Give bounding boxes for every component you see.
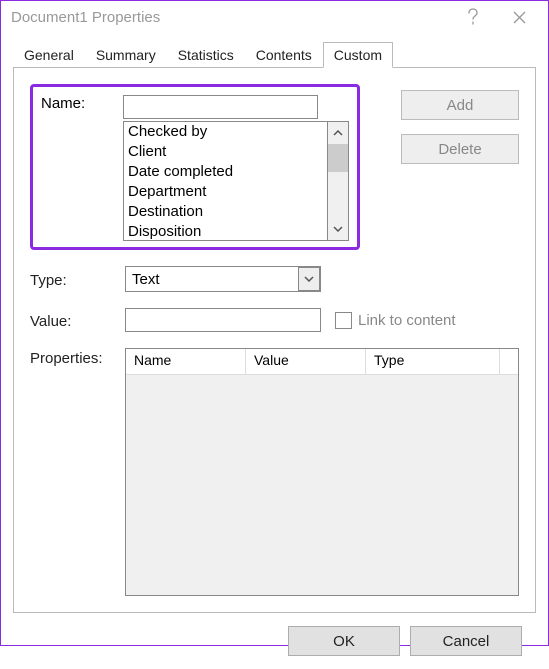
value-label: Value:: [30, 311, 125, 330]
scroll-track[interactable]: [328, 172, 348, 218]
link-to-content-checkbox[interactable]: [335, 312, 352, 329]
chevron-up-icon: [333, 130, 343, 136]
list-scrollbar[interactable]: [327, 121, 349, 241]
help-icon: [467, 8, 479, 26]
help-button[interactable]: [450, 1, 496, 33]
value-input[interactable]: [125, 308, 321, 332]
properties-label: Properties:: [30, 348, 125, 367]
col-spacer: [500, 349, 518, 375]
list-item[interactable]: Checked by: [128, 122, 323, 142]
tab-statistics[interactable]: Statistics: [167, 42, 245, 68]
chevron-down-icon: [333, 226, 343, 232]
type-select-arrow[interactable]: [298, 267, 320, 291]
close-button[interactable]: [496, 1, 542, 33]
col-name[interactable]: Name: [126, 349, 246, 375]
col-type[interactable]: Type: [366, 349, 500, 375]
type-select-value: Text: [132, 271, 298, 288]
list-item[interactable]: Date completed: [128, 162, 323, 182]
table-header: Name Value Type: [126, 349, 518, 375]
tab-custom[interactable]: Custom: [323, 42, 393, 68]
type-select[interactable]: Text: [125, 266, 321, 292]
window-title: Document1 Properties: [11, 9, 450, 26]
scroll-thumb[interactable]: [328, 144, 348, 172]
tab-summary[interactable]: Summary: [85, 42, 167, 68]
dialog-footer: OK Cancel: [13, 613, 536, 669]
chevron-down-icon: [304, 276, 314, 282]
delete-button[interactable]: Delete: [401, 134, 519, 164]
scroll-up-button[interactable]: [328, 122, 348, 144]
properties-table[interactable]: Name Value Type: [125, 348, 519, 596]
tab-panel-custom: Add Delete Name: Checked by Client Date …: [13, 67, 536, 613]
add-button[interactable]: Add: [401, 90, 519, 120]
list-item[interactable]: Destination: [128, 202, 323, 222]
scroll-down-button[interactable]: [328, 218, 348, 240]
name-input[interactable]: [123, 95, 318, 119]
col-value[interactable]: Value: [246, 349, 366, 375]
properties-dialog: Document1 Properties General Summary Sta…: [0, 0, 549, 646]
list-item[interactable]: Department: [128, 182, 323, 202]
tab-bar: General Summary Statistics Contents Cust…: [13, 39, 536, 67]
name-label: Name:: [41, 95, 123, 241]
tab-contents[interactable]: Contents: [245, 42, 323, 68]
name-suggestions-list[interactable]: Checked by Client Date completed Departm…: [123, 121, 327, 241]
ok-button[interactable]: OK: [288, 626, 400, 656]
list-item[interactable]: Disposition: [128, 222, 323, 241]
cancel-button[interactable]: Cancel: [410, 626, 522, 656]
type-label: Type:: [30, 270, 125, 289]
tab-general[interactable]: General: [13, 42, 85, 68]
list-item[interactable]: Client: [128, 142, 323, 162]
close-icon: [513, 11, 526, 24]
name-highlight-box: Name: Checked by Client Date completed D…: [30, 84, 360, 250]
link-to-content-label: Link to content: [358, 312, 456, 329]
titlebar: Document1 Properties: [1, 1, 548, 33]
table-body: [126, 375, 518, 595]
